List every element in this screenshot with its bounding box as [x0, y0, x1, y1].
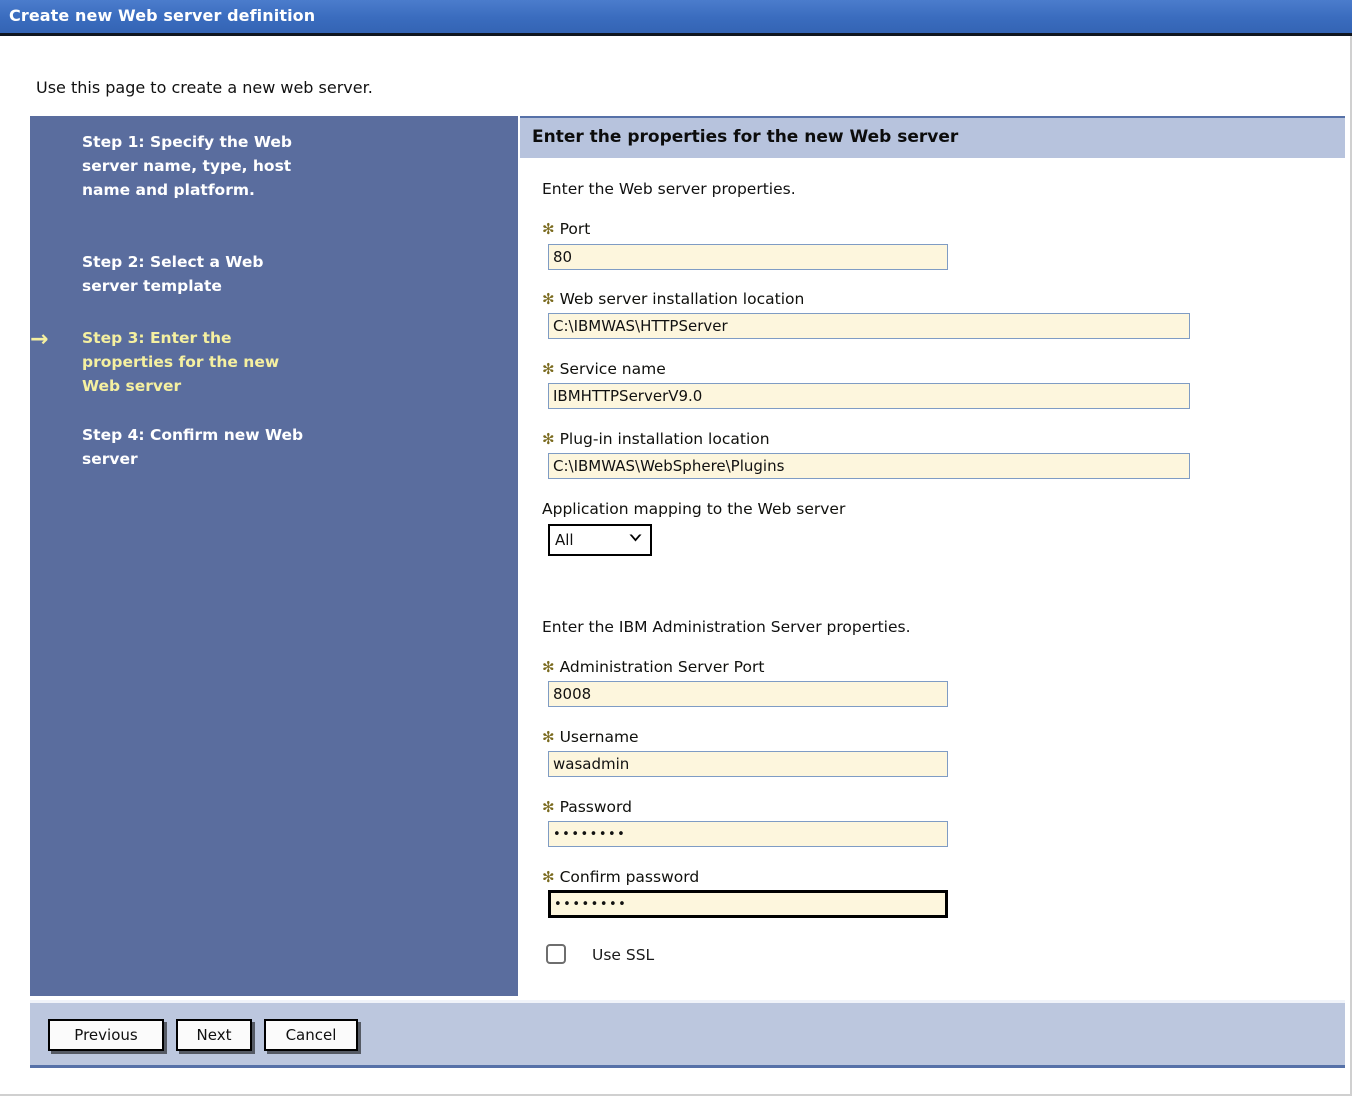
- dialog-title: Create new Web server definition: [9, 6, 316, 25]
- plugin-install-location-label: ✻ Plug-in installation location: [542, 430, 770, 448]
- next-button[interactable]: Next: [176, 1019, 252, 1051]
- required-marker-icon: ✻: [542, 360, 555, 378]
- port-input[interactable]: [548, 244, 948, 270]
- admin-server-port-label: ✻ Administration Server Port: [542, 658, 764, 676]
- create-web-server-dialog: Create new Web server definition Use thi…: [0, 0, 1352, 1096]
- wizard-content-pane: Enter the properties for the new Web ser…: [520, 116, 1345, 996]
- confirm-password-label: ✻ Confirm password: [542, 868, 699, 886]
- port-label-text: Port: [559, 220, 591, 238]
- sidebar-step-4-label: Step 4: Confirm new Web server: [82, 426, 304, 469]
- required-marker-icon: ✻: [542, 728, 555, 746]
- service-name-label-text: Service name: [559, 360, 666, 378]
- required-marker-icon: ✻: [542, 658, 555, 676]
- confirm-password-input[interactable]: [548, 890, 948, 918]
- required-marker-icon: ✻: [542, 220, 555, 238]
- service-name-label: ✻ Service name: [542, 360, 666, 378]
- sidebar-step-3[interactable]: Step 3: Enter the properties for the new…: [82, 326, 312, 399]
- username-label: ✻ Username: [542, 728, 639, 746]
- application-mapping-dropdown-wrap: All: [548, 524, 652, 556]
- sidebar-step-1-label: Step 1: Specify the Web server name, typ…: [82, 133, 292, 200]
- content-header-title: Enter the properties for the new Web ser…: [532, 127, 959, 147]
- username-input[interactable]: [548, 751, 948, 777]
- required-marker-icon: ✻: [542, 290, 555, 308]
- webserver-install-location-label: ✻ Web server installation location: [542, 290, 804, 308]
- application-mapping-select[interactable]: All: [548, 524, 652, 556]
- confirm-password-label-text: Confirm password: [559, 868, 700, 886]
- webserver-install-location-label-text: Web server installation location: [559, 290, 805, 308]
- sidebar-step-3-label: Step 3: Enter the properties for the new…: [82, 329, 280, 396]
- required-marker-icon: ✻: [542, 798, 555, 816]
- application-mapping-label: Application mapping to the Web server: [542, 500, 845, 518]
- password-label: ✻ Password: [542, 798, 632, 816]
- admin-server-port-label-text: Administration Server Port: [559, 658, 765, 676]
- sidebar-step-2-label: Step 2: Select a Web server template: [82, 253, 264, 296]
- sidebar-step-2[interactable]: Step 2: Select a Web server template: [82, 250, 312, 298]
- webserver-section-intro: Enter the Web server properties.: [542, 180, 796, 198]
- content-header-bar: Enter the properties for the new Web ser…: [520, 116, 1345, 158]
- username-label-text: Username: [559, 728, 639, 746]
- use-ssl-label: Use SSL: [592, 946, 655, 964]
- required-marker-icon: ✻: [542, 430, 555, 448]
- admin-section-intro: Enter the IBM Administration Server prop…: [542, 618, 911, 636]
- required-marker-icon: ✻: [542, 868, 555, 886]
- application-mapping-label-text: Application mapping to the Web server: [542, 500, 846, 518]
- service-name-input[interactable]: [548, 383, 1190, 409]
- cancel-button[interactable]: Cancel: [264, 1019, 358, 1051]
- password-label-text: Password: [559, 798, 632, 816]
- current-step-arrow-icon: →: [30, 327, 49, 352]
- wizard-step-sidebar: Step 1: Specify the Web server name, typ…: [30, 116, 518, 996]
- sidebar-step-4[interactable]: Step 4: Confirm new Web server: [82, 423, 312, 471]
- dialog-body: Step 1: Specify the Web server name, typ…: [30, 116, 1345, 996]
- use-ssl-checkbox[interactable]: [546, 944, 566, 964]
- webserver-install-location-input[interactable]: [548, 313, 1190, 339]
- plugin-install-location-label-text: Plug-in installation location: [559, 430, 770, 448]
- dialog-footer: Previous Next Cancel: [30, 1000, 1345, 1068]
- dialog-titlebar: Create new Web server definition: [0, 0, 1352, 36]
- sidebar-step-1[interactable]: Step 1: Specify the Web server name, typ…: [82, 130, 312, 203]
- admin-server-port-input[interactable]: [548, 681, 948, 707]
- previous-button[interactable]: Previous: [48, 1019, 164, 1051]
- page-intro-text: Use this page to create a new web server…: [36, 78, 373, 97]
- password-input[interactable]: [548, 821, 948, 847]
- plugin-install-location-input[interactable]: [548, 453, 1190, 479]
- port-label: ✻ Port: [542, 220, 590, 238]
